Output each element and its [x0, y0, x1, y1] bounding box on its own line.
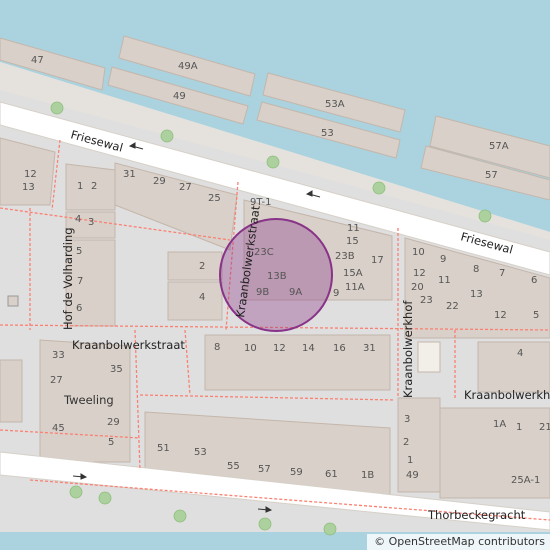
house-number: 16 [333, 343, 346, 354]
house-number: 13 [22, 182, 35, 193]
house-number: 7 [499, 268, 505, 279]
house-number: 5 [76, 246, 82, 257]
house-number: 8 [473, 264, 479, 275]
house-number: 12 [494, 310, 507, 321]
house-number: 45 [52, 423, 65, 434]
house-number: 51 [157, 443, 170, 454]
house-number: 1 [407, 455, 413, 466]
house-number: 57 [485, 170, 498, 181]
house-number: 33 [52, 350, 65, 361]
house-number: 21 [539, 422, 550, 433]
house-number: 53 [194, 447, 207, 458]
house-number: 29 [107, 417, 120, 428]
house-number: 29 [153, 176, 166, 187]
house-number: 12 [24, 169, 37, 180]
house-number: 57 [258, 464, 271, 475]
house-number: 13B [267, 271, 287, 282]
house-number: 12 [273, 343, 286, 354]
house-number: 31 [363, 343, 376, 354]
house-number: 1 [77, 181, 83, 192]
house-number: 25A-1 [511, 475, 540, 486]
house-number: 5 [533, 310, 539, 321]
house-number: 11A [345, 282, 365, 293]
house-number: 49 [406, 470, 419, 481]
house-number: 9 [333, 288, 339, 299]
house-number: 9T-1 [250, 197, 272, 208]
house-number: 15 [346, 236, 359, 247]
house-number: 49 [173, 91, 186, 102]
house-number: 10 [244, 343, 257, 354]
house-number: 53A [325, 99, 345, 110]
house-number: 27 [50, 375, 63, 386]
house-number: 2 [403, 437, 409, 448]
house-number: 11 [347, 223, 360, 234]
house-number: 3 [88, 217, 94, 228]
house-number: 9B [256, 287, 269, 298]
house-number: 1B [361, 470, 374, 481]
house-number: 1A [493, 419, 506, 430]
small-structure [7, 295, 19, 307]
house-number: 17 [371, 255, 384, 266]
house-number: 5 [108, 437, 114, 448]
house-number: 23B [335, 251, 355, 262]
house-number: 1 [516, 422, 522, 433]
house-number: 55 [227, 461, 240, 472]
house-number: 4 [517, 348, 523, 359]
street-label-kraanbolwerkhof-1: Kraanbolwerkhof [401, 300, 415, 398]
map-attribution[interactable]: © OpenStreetMap contributors [367, 534, 550, 550]
place-label-tweeling: Tweeling [63, 393, 114, 407]
street-label-hof-de-volharding: Hof de Volharding [61, 227, 75, 330]
map-view[interactable]: Friesewal Friesewal Hof de Volharding Kr… [0, 0, 550, 550]
house-number: 2 [199, 261, 205, 272]
house-number: 4 [75, 214, 81, 225]
house-number: 25 [208, 193, 221, 204]
house-number: 59 [290, 467, 303, 478]
house-number: 13 [470, 289, 483, 300]
house-number: 23 [420, 295, 433, 306]
house-number: 57A [489, 141, 509, 152]
house-number: 12 [413, 268, 426, 279]
street-label-kraanbolwerkstraat-1: Kraanbolwerkstraat [72, 338, 185, 352]
street-label-kraanbolwerkhof-2: Kraanbolwerkhof [464, 388, 550, 402]
house-number: 10 [412, 247, 425, 258]
house-number: 22 [446, 301, 459, 312]
house-number: 8 [214, 342, 220, 353]
house-number: 20 [411, 282, 424, 293]
house-number: 7 [77, 276, 83, 287]
house-number: 9 [440, 254, 446, 265]
house-number: 2 [91, 181, 97, 192]
house-number: 15A [343, 268, 363, 279]
house-number: 6 [531, 275, 537, 286]
house-number: 4 [199, 292, 205, 303]
house-number: 53 [321, 128, 334, 139]
map-canvas: Friesewal Friesewal Hof de Volharding Kr… [0, 0, 550, 550]
house-number: 14 [302, 343, 315, 354]
house-number: 6 [76, 303, 82, 314]
house-number: 61 [325, 469, 338, 480]
house-number: 27 [179, 182, 192, 193]
house-number: 3 [404, 414, 410, 425]
attribution-text: © OpenStreetMap contributors [374, 535, 545, 548]
house-number: 31 [123, 169, 136, 180]
house-number: 35 [110, 364, 123, 375]
house-number: 23C [254, 247, 274, 258]
courtyard [417, 341, 441, 373]
street-label-thorbeckegracht: Thorbeckegracht [427, 508, 526, 522]
house-number: 9A [289, 287, 302, 298]
house-number: 47 [31, 55, 44, 66]
house-number: 49A [178, 61, 198, 72]
house-number: 11 [438, 275, 451, 286]
